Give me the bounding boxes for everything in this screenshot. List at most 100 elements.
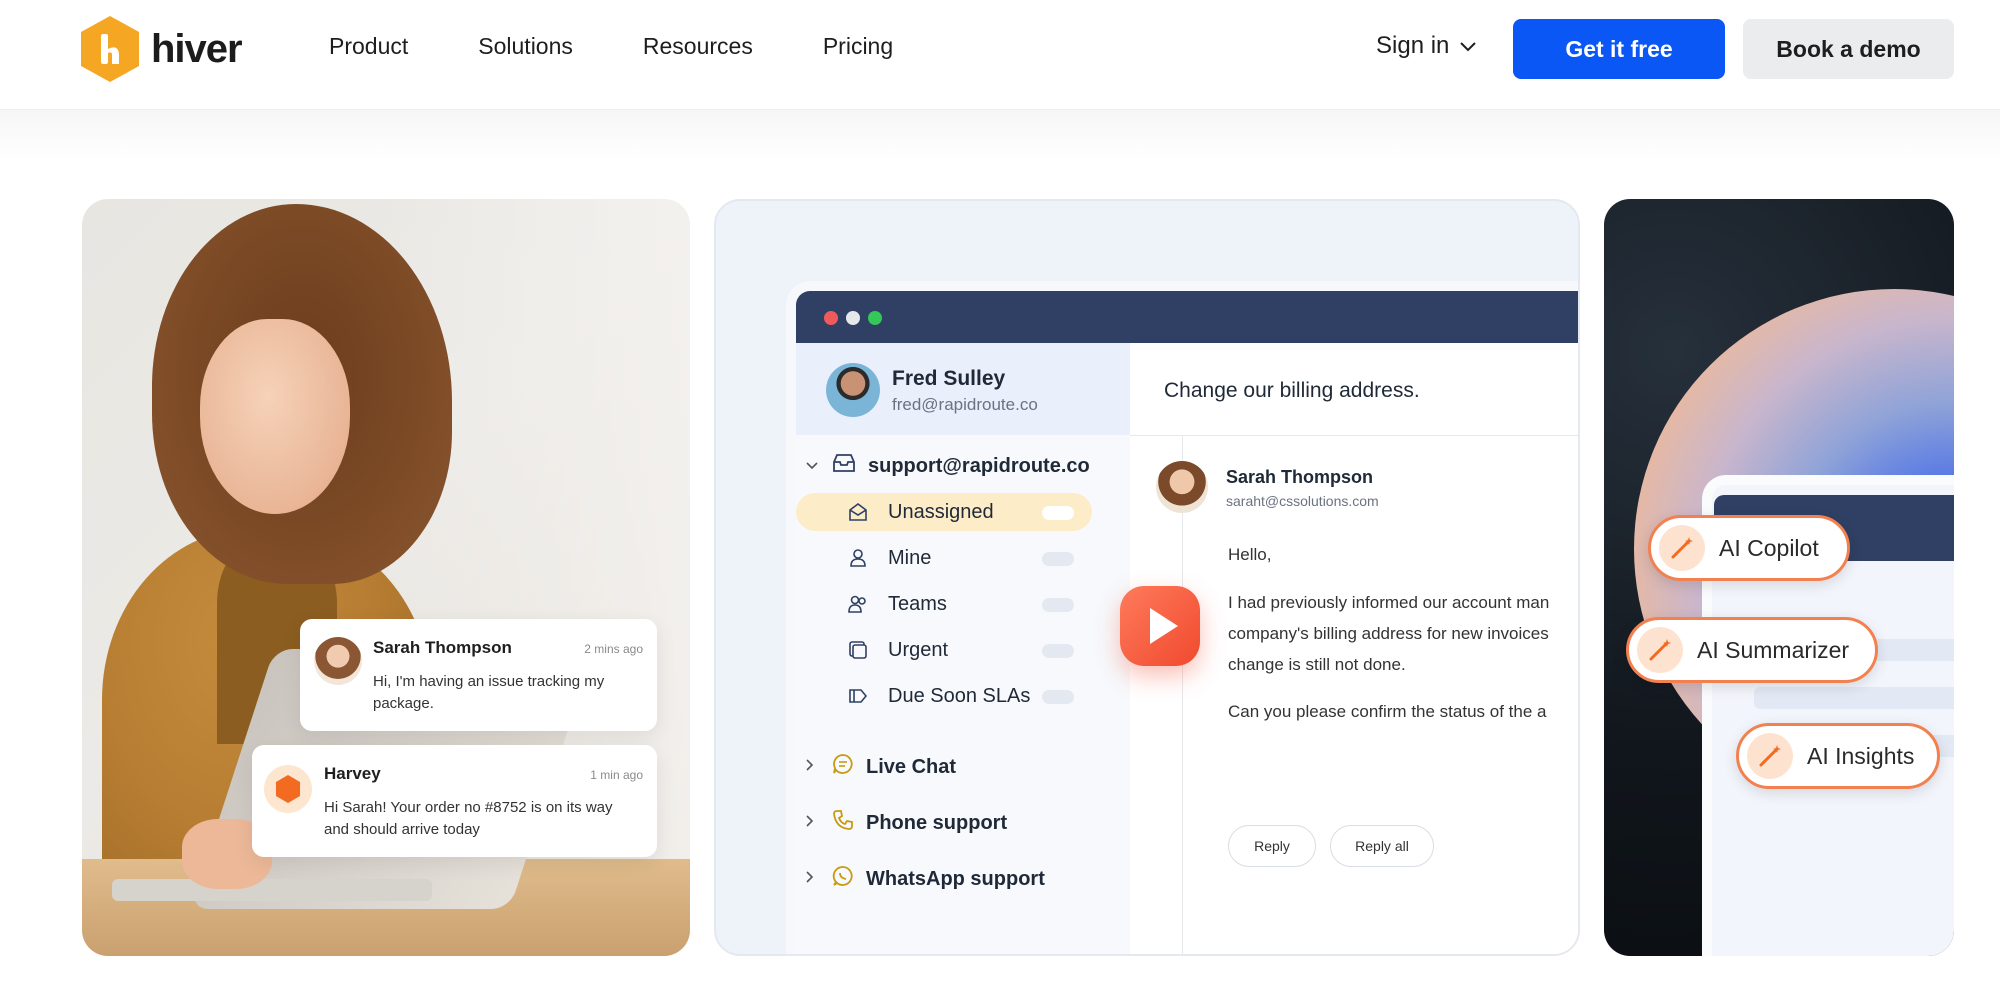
sidebar-item-unassigned[interactable]: Unassigned (796, 493, 1092, 531)
sidebar-group-whatsapp-support[interactable]: WhatsApp support (806, 865, 1045, 893)
avatar (314, 637, 362, 685)
customer-photo-card: Sarah Thompson 2 mins ago Hi, I'm having… (82, 199, 690, 956)
get-it-free-button[interactable]: Get it free (1513, 19, 1725, 79)
group-label: Live Chat (866, 755, 957, 778)
chat-sender-name: Sarah Thompson (373, 638, 512, 657)
count-badge (1042, 644, 1074, 658)
email-greeting: Hello, (1228, 545, 1272, 564)
avatar (826, 363, 880, 417)
chat-bubble-customer: Sarah Thompson 2 mins ago Hi, I'm having… (300, 619, 657, 731)
chip-label: AI Summarizer (1697, 636, 1850, 663)
window-titlebar (796, 291, 1578, 343)
users-icon (848, 594, 868, 614)
sign-in-label: Sign in (1376, 32, 1450, 59)
chat-timestamp: 2 mins ago (584, 642, 643, 656)
chevron-down-icon (1459, 32, 1477, 60)
main-nav-links: Product Solutions Resources Pricing (329, 33, 963, 60)
chevron-right-icon (806, 758, 820, 776)
chip-label: AI Copilot (1719, 534, 1819, 561)
chat-message-text: Hi Sarah! Your order no #8752 is on its … (324, 799, 613, 838)
chat-timestamp: 1 min ago (590, 768, 643, 782)
sidebar-item-label: Mine (888, 547, 932, 569)
maximize-dot-icon (868, 311, 882, 325)
nav-shadow (0, 110, 2000, 160)
reply-all-button[interactable]: Reply all (1330, 825, 1434, 867)
chevron-right-icon (806, 814, 820, 832)
email-body-line: I had previously informed our account ma… (1228, 593, 1550, 612)
user-icon (848, 548, 868, 568)
count-badge (1042, 598, 1074, 612)
nav-solutions[interactable]: Solutions (478, 33, 573, 60)
chat-bubble-agent: Harvey 1 min ago Hi Sarah! Your order no… (252, 745, 657, 857)
nav-resources[interactable]: Resources (643, 33, 753, 60)
magic-wand-icon (1659, 525, 1705, 571)
sidebar-item-label: Urgent (888, 639, 949, 661)
nav-product[interactable]: Product (329, 33, 408, 60)
profile-email: fred@rapidroute.co (892, 395, 1038, 414)
reply-button[interactable]: Reply (1228, 825, 1316, 867)
ai-features-card: AI Copilot AI Summarizer AI Insights (1604, 199, 1954, 956)
play-video-button[interactable] (1120, 586, 1200, 666)
urgent-icon (848, 640, 868, 660)
group-label: Phone support (866, 811, 1008, 834)
minimize-dot-icon (846, 311, 860, 325)
phone-icon (832, 809, 854, 837)
sidebar-item-label: Unassigned (888, 501, 994, 523)
count-badge (1042, 690, 1074, 704)
inbox-address: support@rapidroute.co (868, 454, 1090, 477)
top-nav: hiver Product Solutions Resources Pricin… (0, 0, 2000, 110)
sender-name: Sarah Thompson (1226, 467, 1374, 487)
sidebar-group-phone-support[interactable]: Phone support (806, 809, 1007, 837)
shared-inbox-header[interactable]: support@rapidroute.co (806, 453, 1090, 479)
email-subject: Change our billing address. (1164, 379, 1420, 402)
app-preview-card: Fred Sulley fred@rapidroute.co support@r… (714, 199, 1580, 956)
sidebar-item-mine[interactable]: Mine (796, 539, 1092, 577)
thread-line (1182, 435, 1183, 954)
play-icon (1150, 608, 1178, 644)
profile-name: Fred Sulley (892, 367, 1006, 390)
group-label: WhatsApp support (866, 867, 1045, 890)
divider (1130, 435, 1578, 436)
sidebar-item-due-soon-slas[interactable]: Due Soon SLAs (796, 677, 1092, 715)
sidebar-item-teams[interactable]: Teams (796, 585, 1092, 623)
chat-message-text: Hi, I'm having an issue tracking my pack… (373, 673, 605, 712)
sidebar-item-urgent[interactable]: Urgent (796, 631, 1092, 669)
tag-icon (848, 686, 868, 706)
user-profile[interactable]: Fred Sulley fred@rapidroute.co (796, 343, 1130, 435)
sidebar-item-label: Teams (888, 593, 947, 615)
magic-wand-icon (1747, 733, 1793, 779)
ai-copilot-chip[interactable]: AI Copilot (1648, 515, 1850, 581)
harvey-logo-icon (275, 775, 301, 803)
woman-face (200, 319, 350, 514)
ai-insights-chip[interactable]: AI Insights (1736, 723, 1940, 789)
magic-wand-icon (1637, 627, 1683, 673)
book-a-demo-button[interactable]: Book a demo (1743, 19, 1954, 79)
chevron-down-icon (806, 457, 820, 475)
count-badge (1042, 552, 1074, 566)
sign-in-menu[interactable]: Sign in (1376, 32, 1477, 60)
hiver-logo[interactable]: hiver (81, 16, 243, 82)
avatar (1156, 461, 1208, 513)
chat-sender-name: Harvey (324, 764, 381, 783)
inbox-sidebar: Fred Sulley fred@rapidroute.co support@r… (796, 343, 1130, 954)
sender-email: saraht@cssolutions.com (1226, 493, 1379, 509)
sidebar-group-live-chat[interactable]: Live Chat (806, 753, 956, 781)
ai-summarizer-chip[interactable]: AI Summarizer (1626, 617, 1878, 683)
chat-icon (832, 753, 854, 781)
email-closing: Can you please confirm the status of the… (1228, 702, 1547, 721)
mail-open-icon (848, 502, 868, 522)
chevron-right-icon (806, 870, 820, 888)
inbox-icon (832, 453, 856, 479)
close-dot-icon (824, 311, 838, 325)
logo-wordmark: hiver (151, 26, 243, 71)
email-body-line: company's billing address for new invoic… (1228, 624, 1549, 643)
whatsapp-icon (832, 865, 854, 893)
chip-label: AI Insights (1807, 742, 1915, 769)
email-body-line: change is still not done. (1228, 655, 1406, 674)
avatar (264, 765, 312, 813)
sidebar-item-label: Due Soon SLAs (888, 685, 1031, 707)
placeholder-line (1754, 687, 1954, 709)
nav-pricing[interactable]: Pricing (823, 33, 893, 60)
laptop-base (112, 879, 432, 901)
count-badge (1042, 506, 1074, 520)
